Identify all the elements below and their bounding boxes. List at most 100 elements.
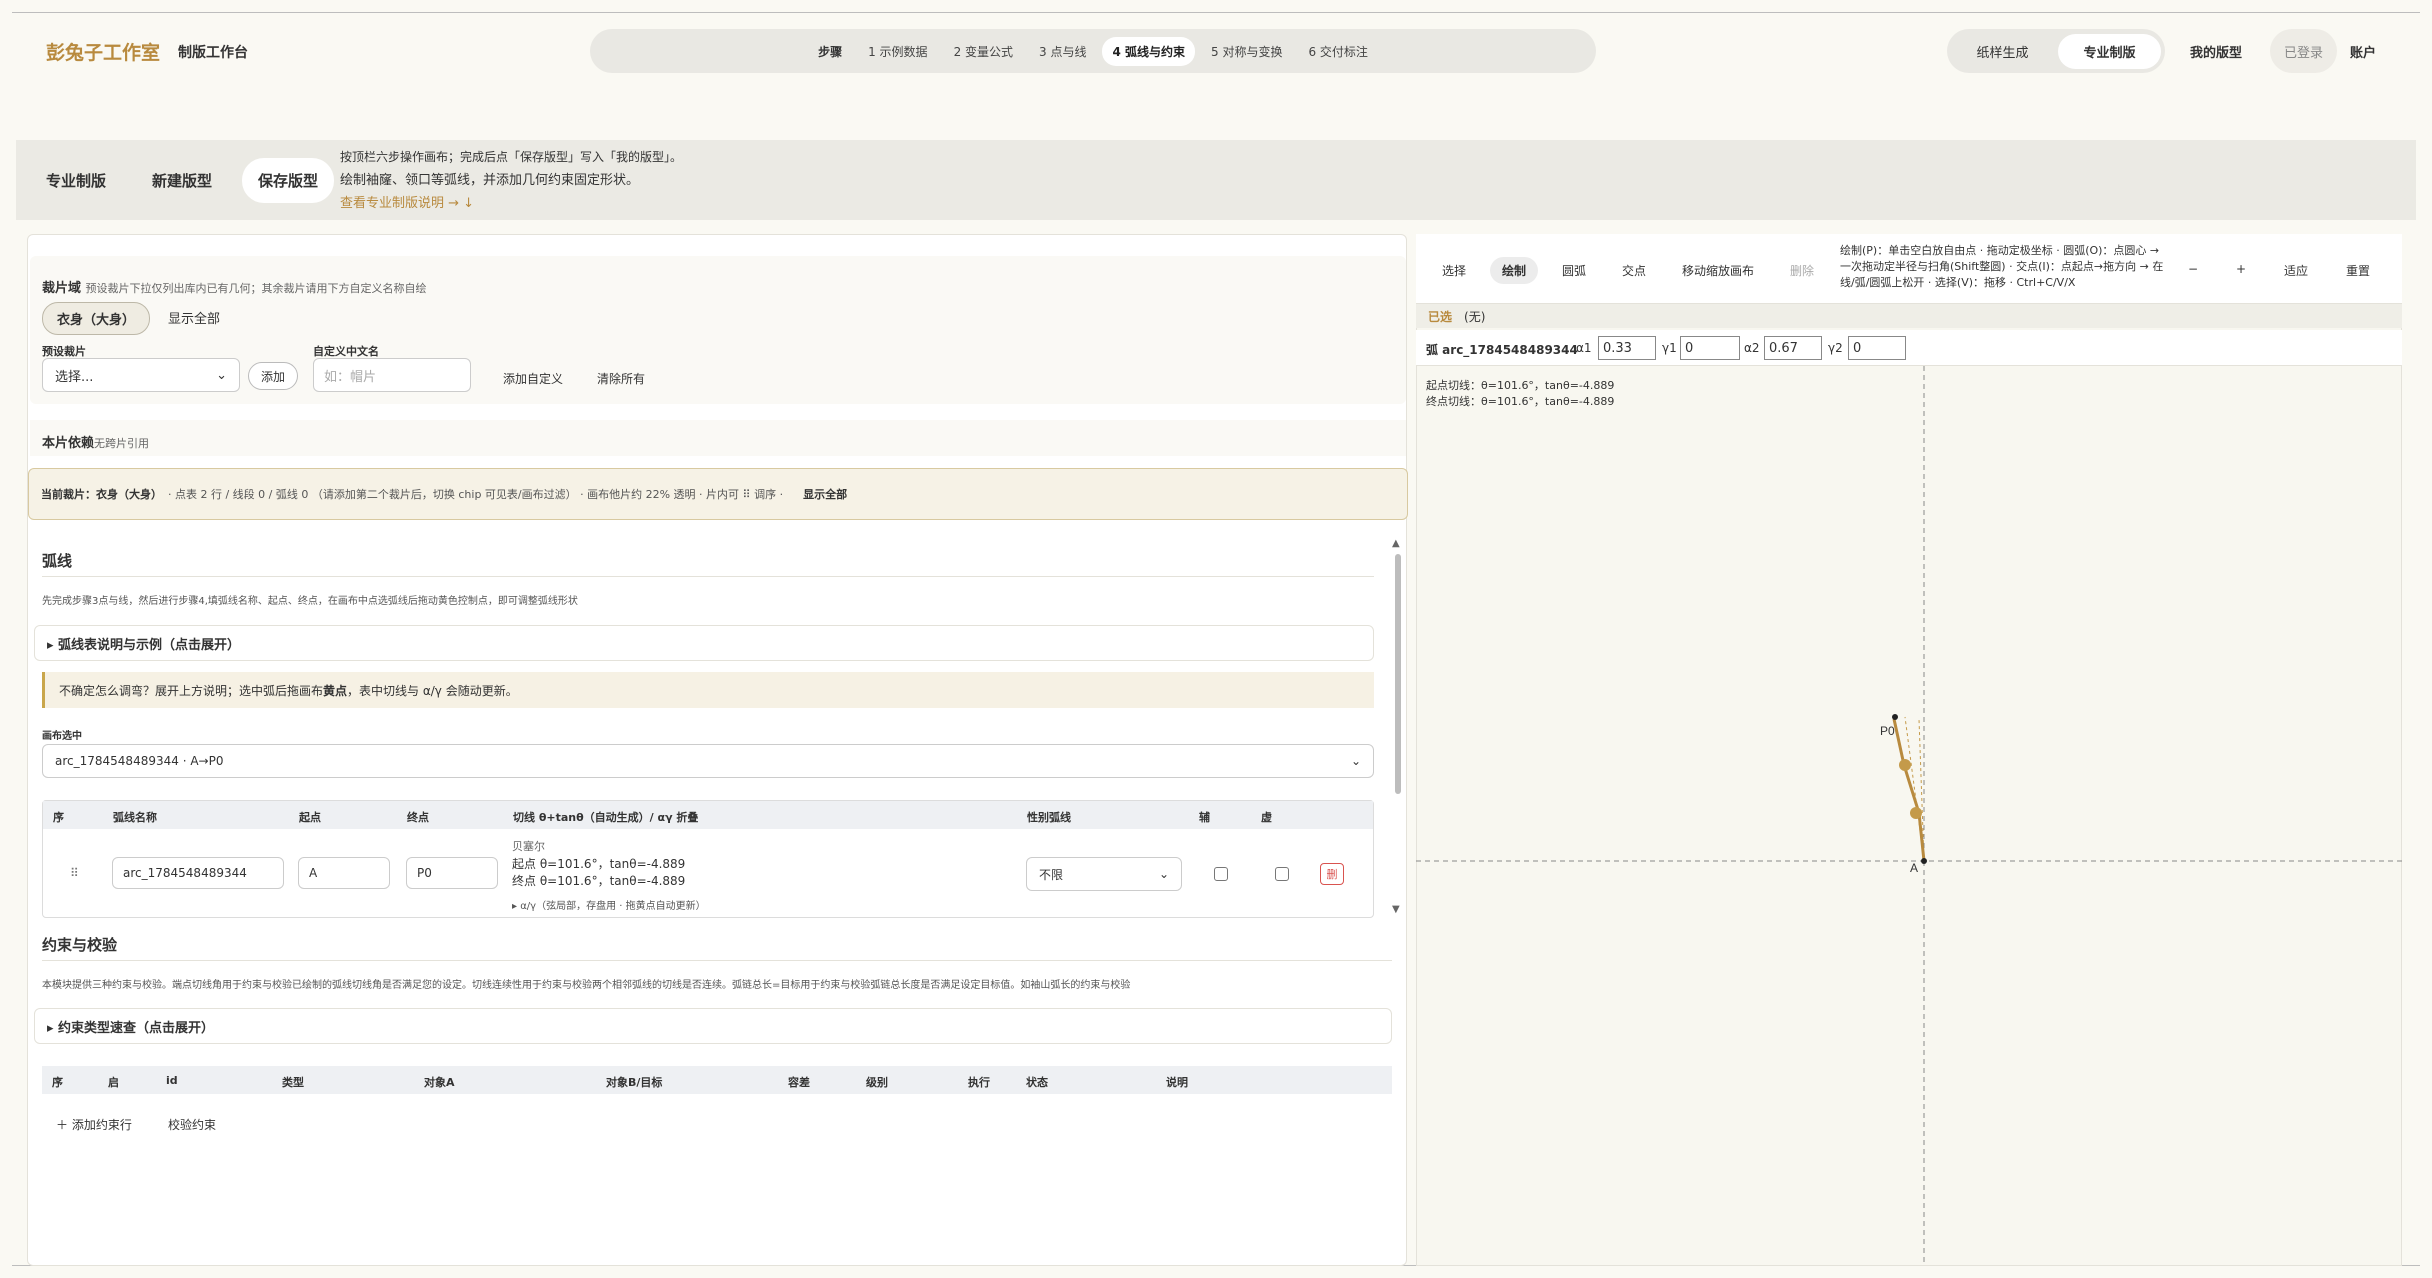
tool-arc[interactable]: 圆弧	[1562, 262, 1586, 279]
arcs-details-toggle[interactable]: ▸ 弧线表说明与示例（点击展开）	[34, 625, 1374, 661]
custom-label: 自定义中文名	[313, 345, 379, 358]
current-label: 当前裁片：	[41, 488, 96, 501]
account-link[interactable]: 账户	[2350, 29, 2376, 73]
arc-name-input[interactable]: arc_1784548489344	[112, 857, 284, 889]
show-all-link[interactable]: 显示全部	[803, 486, 847, 502]
step-2[interactable]: 2 变量公式	[944, 37, 1023, 66]
arcs-desc: 先完成步骤3点与线，然后进行步骤4,填弧线名称、起点、终点，在画布中点选弧线后拖…	[42, 596, 578, 607]
tab-new[interactable]: 新建版型	[136, 158, 228, 203]
g1-input[interactable]: 0	[1680, 336, 1740, 360]
pieces-title-text: 裁片域	[42, 281, 82, 296]
tool-delete[interactable]: 删除	[1790, 262, 1814, 279]
arcs-title: 弧线	[42, 552, 73, 570]
tool-pan-zoom[interactable]: 移动缩放画布	[1682, 262, 1754, 279]
step-1[interactable]: 1 示例数据	[858, 37, 937, 66]
scrollbar-thumb[interactable]	[1395, 554, 1401, 794]
tip-link[interactable]: 查看专业制版说明 → ↓	[340, 192, 682, 215]
current-piece-bar: 当前裁片： 衣身（大身） · 点表 2 行 / 线段 0 / 弧线 0 （请添加第…	[28, 468, 1408, 520]
step-5[interactable]: 5 对称与变换	[1201, 37, 1292, 66]
g2-input[interactable]: 0	[1848, 336, 1906, 360]
scrollbar[interactable]	[1394, 548, 1402, 908]
tab-save[interactable]: 保存版型	[242, 158, 335, 203]
g2-label: γ2	[1828, 341, 1843, 355]
arc-type: 贝塞尔	[512, 840, 545, 853]
col-end: 终点	[407, 811, 429, 824]
ccol-tol: 容差	[788, 1076, 810, 1089]
a2-label: α2	[1744, 341, 1760, 355]
tool-intersect[interactable]: 交点	[1622, 262, 1646, 279]
tab-pro[interactable]: 专业制版	[30, 158, 122, 203]
verify-constraints-button[interactable]: 校验约束	[168, 1114, 216, 1134]
add-constraint-button[interactable]: ＋ 添加约束行	[56, 1114, 132, 1134]
mode-pattern-gen[interactable]: 纸样生成	[1951, 34, 2054, 69]
step-nav: 步骤 1 示例数据 2 变量公式 3 点与线 4 弧线与约束 5 对称与变换 6…	[590, 29, 1596, 73]
drawing-canvas[interactable]: P0 A	[1416, 366, 2402, 1266]
tool-draw[interactable]: 绘制	[1490, 257, 1539, 284]
login-status: 已登录	[2270, 29, 2338, 73]
brand-name: 彭兔子工作室	[46, 42, 161, 64]
chip-show-all[interactable]: 显示全部	[154, 302, 234, 333]
zoom-in-button[interactable]: +	[2236, 262, 2246, 276]
current-name: 衣身（大身）	[96, 488, 162, 501]
canvas-sel-select[interactable]: arc_1784548489344 · A→P0 ⌄	[42, 744, 1374, 778]
arc-start-input[interactable]: A	[298, 857, 390, 889]
delete-row-button[interactable]: 删	[1320, 863, 1344, 885]
a2-input[interactable]: 0.67	[1764, 336, 1822, 360]
add-preset-button[interactable]: 添加	[248, 362, 298, 390]
steps-label: 步骤	[818, 44, 843, 59]
arc-end-input[interactable]: P0	[406, 857, 498, 889]
aux-checkbox[interactable]	[1214, 867, 1228, 881]
a1-label: α1	[1576, 341, 1592, 355]
ccol-id: id	[166, 1074, 178, 1087]
gender-select[interactable]: 不限 ⌄	[1026, 857, 1182, 891]
subnav-tabs: 专业制版 新建版型 保存版型	[30, 158, 335, 203]
g1-label: γ1	[1662, 341, 1677, 355]
step-4[interactable]: 4 弧线与约束	[1102, 36, 1195, 66]
chip-body[interactable]: 衣身（大身）	[42, 302, 151, 335]
constraints-details-toggle[interactable]: ▸ 约束类型速查（点击展开）	[34, 1008, 1392, 1044]
ccol-obj-a: 对象A	[424, 1076, 455, 1089]
zoom-out-button[interactable]: −	[2188, 262, 2198, 276]
col-aux: 辅	[1199, 811, 1210, 824]
dependency-title: 本片依赖无跨片引用	[42, 432, 149, 451]
a1-input[interactable]: 0.33	[1598, 336, 1656, 360]
my-patterns-link[interactable]: 我的版型	[2190, 29, 2242, 73]
scroll-down-icon[interactable]: ▼	[1392, 904, 1400, 915]
ccol-level: 级别	[866, 1076, 888, 1089]
reset-button[interactable]: 重置	[2346, 262, 2370, 279]
scroll-up-icon[interactable]: ▲	[1392, 538, 1400, 549]
canvas-sel-value: arc_1784548489344 · A→P0	[55, 754, 224, 768]
warn-pre: 不确定怎么调弯？展开上方说明；选中弧后拖画布	[59, 683, 324, 698]
current-info: · 点表 2 行 / 线段 0 / 弧线 0 （请添加第二个裁片后，切换 chi…	[168, 488, 784, 501]
ccol-obj-b: 对象B/目标	[606, 1076, 663, 1089]
gender-value: 不限	[1039, 867, 1064, 882]
mode-pro[interactable]: 专业制版	[2058, 33, 2161, 69]
dependency-section	[30, 420, 1406, 456]
col-idx: 序	[53, 811, 64, 824]
warn-bold: 黄点	[323, 683, 348, 698]
arc-ag-toggle[interactable]: ▸ α/γ（弦局部，存盘用 · 拖黄点自动更新）	[512, 897, 706, 912]
warn-post: ，表中切线与 α/γ 会随动更新。	[347, 683, 518, 698]
add-custom-button[interactable]: 添加自定义	[488, 368, 578, 388]
arc-params: 弧 arc_1784548489344 α1 0.33 γ1 0 α2 0.67…	[1416, 330, 2402, 366]
step-6[interactable]: 6 交付标注	[1298, 37, 1377, 66]
step-3[interactable]: 3 点与线	[1029, 37, 1096, 66]
preset-select[interactable]: 选择... ⌄	[42, 358, 240, 392]
clear-all-button[interactable]: 清除所有	[585, 368, 657, 388]
custom-name-input[interactable]: 如：帽片	[313, 358, 471, 392]
tool-select[interactable]: 选择	[1442, 262, 1466, 279]
constraints-table-head: 序 启 id 类型 对象A 对象B/目标 容差 级别 执行 状态 说明	[42, 1066, 1392, 1094]
control-point-2[interactable]	[1899, 759, 1911, 771]
row-drag-handle[interactable]: ⠿	[70, 866, 79, 880]
point-p0[interactable]	[1892, 714, 1898, 720]
col-tangent: 切线 θ+tanθ（自动生成）/ αγ 折叠	[513, 811, 699, 824]
col-start: 起点	[299, 811, 321, 824]
preset-value: 选择...	[55, 369, 94, 385]
fit-button[interactable]: 适应	[2284, 262, 2308, 279]
control-point-1[interactable]	[1910, 807, 1922, 819]
ccol-idx: 序	[52, 1076, 63, 1089]
point-a[interactable]	[1921, 858, 1927, 864]
dependency-label: 本片依赖	[42, 436, 95, 451]
preset-label: 预设裁片	[42, 345, 86, 358]
dash-checkbox[interactable]	[1275, 867, 1289, 881]
